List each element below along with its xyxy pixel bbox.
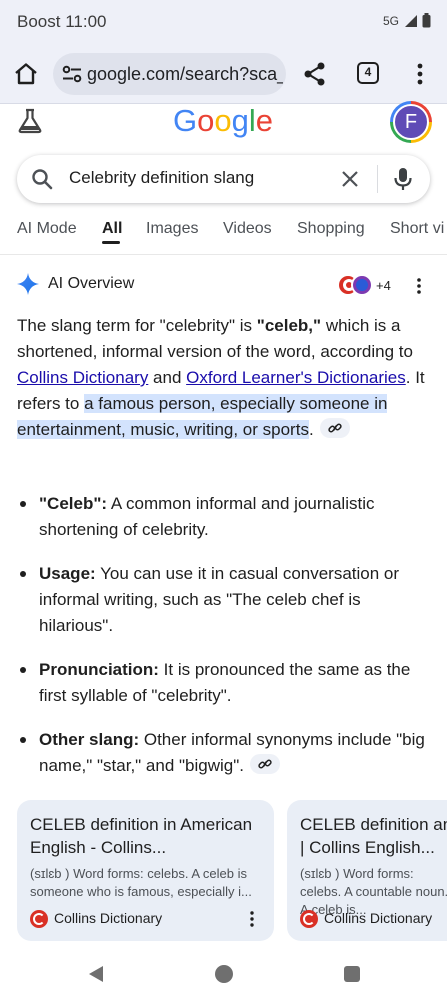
svg-text:Google: Google [173,103,273,138]
source-favicon[interactable] [351,274,373,296]
more-vert-icon[interactable] [247,910,257,928]
labs-flask-icon[interactable] [16,108,44,134]
source-link-chip[interactable] [250,754,280,774]
source-card-title[interactable]: CELEB definition in American English - C… [30,813,265,859]
ai-overview-bullets: "Celeb": A common informal and journalis… [17,491,432,797]
tab-images[interactable]: Images [146,220,198,238]
bullet-label: Pronunciation: [39,660,159,679]
source-card-title[interactable]: CELEB definition and meaning | Collins E… [300,813,447,859]
tab-shopping[interactable]: Shopping [297,220,365,238]
list-item: Usage: You can use it in casual conversa… [17,561,432,639]
close-icon[interactable] [340,169,360,189]
summary-text: The slang term for "celebrity" is [17,316,257,335]
search-divider [377,165,378,193]
search-input[interactable]: Celebrity definition slang [69,168,254,188]
bullet-dot [20,501,26,507]
summary-term: "celeb," [256,316,322,335]
network-label: 5G [382,13,399,28]
search-box[interactable]: Celebrity definition slang [17,155,430,203]
site-settings-icon[interactable] [62,65,82,83]
link-icon [258,759,272,769]
search-tabs: AI Mode All Images Videos Shopping Short… [0,213,447,253]
source-card[interactable]: CELEB definition in American English - C… [17,800,274,941]
source-card-snippet: (sɪlɛb ) Word forms: celebs. A celeb is … [30,866,252,899]
google-logo[interactable]: Google [173,103,275,139]
signal-icon [405,14,417,27]
oxford-dictionaries-link[interactable]: Oxford Learner's Dictionaries [186,368,406,387]
tabs-divider [0,254,447,255]
tab-all[interactable]: All [102,220,122,238]
bullet-label: "Celeb": [39,494,108,513]
bullet-dot [20,737,26,743]
avatar[interactable]: F [390,101,432,143]
battery-icon [422,13,431,28]
system-nav-bar [0,950,447,1000]
ai-overview-summary: The slang term for "celebrity" is "celeb… [17,313,432,443]
summary-text: and [148,368,187,387]
avatar-letter: F [393,104,429,140]
search-icon[interactable] [31,168,53,190]
more-vert-icon[interactable] [410,60,430,88]
bullet-label: Usage: [39,564,96,583]
ai-overview-title: AI Overview [48,275,135,292]
bullet-dot [20,667,26,673]
browser-toolbar: google.com/search?sca_ 4 [0,44,447,104]
status-indicators: 5G [383,13,431,28]
collins-favicon [300,910,318,928]
back-icon[interactable] [86,964,106,984]
tab-ai-mode[interactable]: AI Mode [17,220,77,238]
status-bar: Boost 11:00 5G [0,0,447,44]
source-card-site: Collins Dictionary [54,910,163,926]
bullet-dot [20,571,26,577]
tab-short-videos[interactable]: Short vi [390,220,444,238]
url-text[interactable]: google.com/search?sca_ [87,64,283,85]
bullet-label: Other slang: [39,730,140,749]
mic-icon[interactable] [392,166,414,192]
status-carrier-time: Boost 11:00 [17,12,107,31]
list-item: Other slang: Other informal synonyms inc… [17,727,432,779]
share-icon[interactable] [301,60,329,88]
collins-dictionary-link[interactable]: Collins Dictionary [17,368,148,387]
list-item: "Celeb": A common informal and journalis… [17,491,432,543]
address-bar[interactable]: google.com/search?sca_ [53,53,286,95]
tab-videos[interactable]: Videos [223,220,272,238]
link-icon [328,423,342,433]
active-tab-indicator [102,241,120,244]
more-vert-icon[interactable] [414,276,424,296]
home-button[interactable] [215,965,233,983]
collins-favicon [30,910,48,928]
source-link-chip[interactable] [319,418,350,438]
list-item: Pronunciation: It is pronounced the same… [17,657,432,709]
tab-switcher-button[interactable]: 4 [357,62,379,84]
source-card-site: Collins Dictionary [324,910,433,926]
source-count[interactable]: +4 [376,278,391,293]
summary-text: . [308,420,314,439]
source-card[interactable]: CELEB definition and meaning | Collins E… [287,800,447,941]
ai-sparkle-icon [17,273,39,295]
recent-apps-button[interactable] [344,966,360,982]
home-icon[interactable] [12,60,40,88]
